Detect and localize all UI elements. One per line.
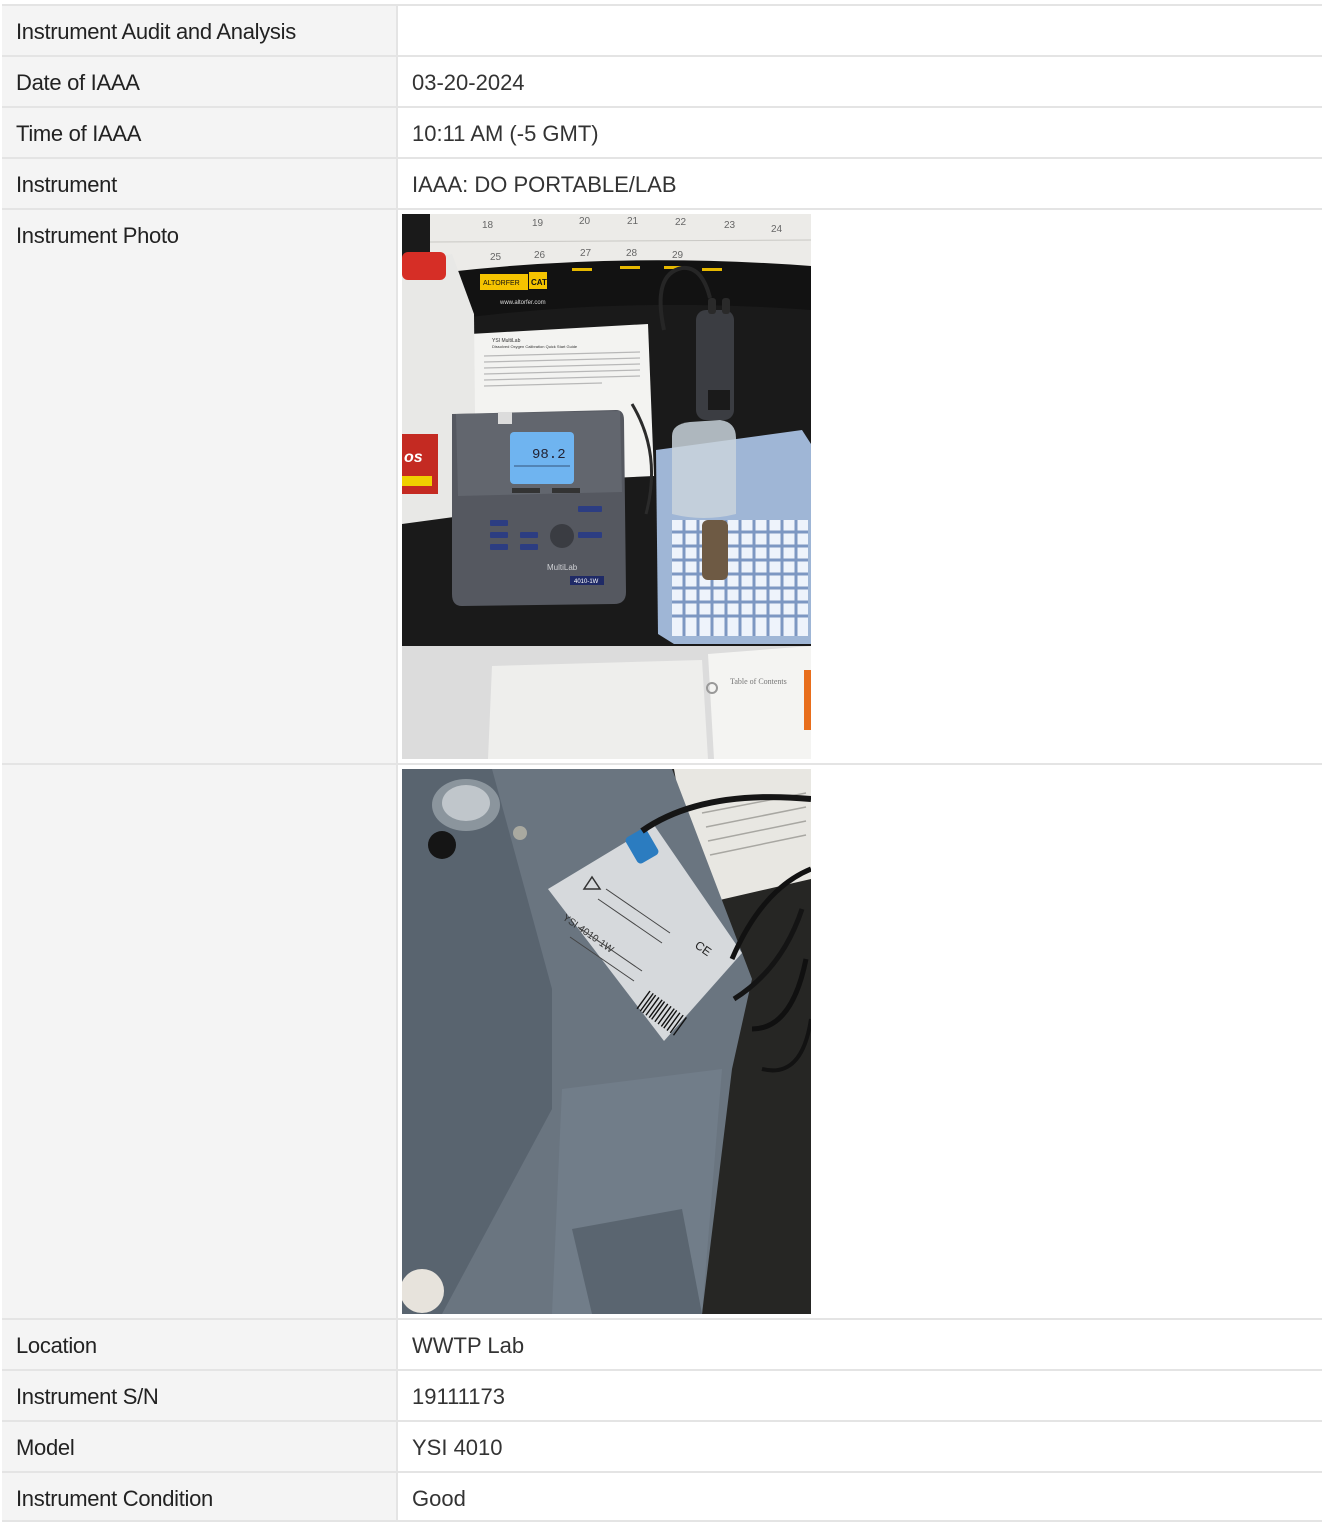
cal-day: 22 (675, 217, 687, 228)
location-value: WWTP Lab (412, 1333, 525, 1358)
cal-day: 23 (724, 220, 736, 231)
calendar-brand: ALTORFER (483, 280, 520, 287)
table-row: Date of IAAA 03-20-2024 (2, 55, 1322, 106)
audit-table: Instrument Audit and Analysis Date of IA… (2, 4, 1322, 1522)
meter-brand: MultiLab (547, 563, 578, 572)
serial-value: 19111173 (412, 1384, 505, 1409)
guide-subtitle: Dissolved Oxygen Calibration Quick Start… (492, 344, 578, 349)
table-row: Location WWTP Lab (2, 1318, 1322, 1369)
instrument-label: Instrument (2, 159, 398, 208)
empty-label-cell (2, 765, 398, 1318)
instrument-value: IAAA: DO PORTABLE/LAB (412, 172, 677, 197)
title-value (398, 6, 1322, 55)
table-row: Model YSI 4010 (2, 1420, 1322, 1471)
instrument-photo-label: Instrument Photo (2, 210, 398, 763)
model-label: Model (2, 1422, 398, 1471)
condition-value: Good (412, 1486, 466, 1511)
cal-day: 28 (626, 248, 638, 259)
instrument-photo-2: YSI 4010-1W CE (402, 769, 811, 1314)
calendar-url: www.altorfer.com (499, 300, 546, 306)
title-label: Instrument Audit and Analysis (2, 6, 398, 55)
cal-day: 27 (580, 248, 592, 259)
time-label: Time of IAAA (2, 108, 398, 157)
table-row: Instrument IAAA: DO PORTABLE/LAB (2, 157, 1322, 208)
date-value: 03-20-2024 (412, 70, 525, 95)
time-value: 10:11 AM (-5 GMT) (412, 121, 599, 146)
table-row: Time of IAAA 10:11 AM (-5 GMT) (2, 106, 1322, 157)
instrument-photo-1: 18 19 20 21 22 23 24 25 26 27 28 29 ALTO… (402, 214, 811, 759)
model-value: YSI 4010 (412, 1435, 503, 1460)
table-row: Instrument Condition Good (2, 1471, 1322, 1522)
cal-day: 25 (490, 252, 502, 263)
cal-day: 19 (532, 218, 544, 229)
date-label: Date of IAAA (2, 57, 398, 106)
instrument-photo-row: Instrument Photo 18 19 20 21 22 23 24 25… (2, 208, 1322, 763)
svg-text:os: os (404, 449, 423, 466)
instrument-photo-cell: 18 19 20 21 22 23 24 25 26 27 28 29 ALTO… (398, 210, 1322, 763)
calendar-cat: CAT (531, 278, 547, 287)
cal-day: 29 (672, 250, 684, 261)
cal-day: 24 (771, 224, 783, 235)
meter-model: 4010-1W (574, 579, 599, 585)
cal-day: 18 (482, 220, 494, 231)
condition-label: Instrument Condition (2, 1473, 398, 1520)
cal-day: 20 (579, 216, 591, 227)
title-row: Instrument Audit and Analysis (2, 4, 1322, 55)
instrument-photo-cell-2: YSI 4010-1W CE (398, 765, 1322, 1318)
serial-label: Instrument S/N (2, 1371, 398, 1420)
instrument-photo-row-2: YSI 4010-1W CE (2, 763, 1322, 1318)
cal-day: 21 (627, 216, 639, 227)
location-label: Location (2, 1320, 398, 1369)
binder-text: Table of Contents (730, 677, 787, 686)
table-row: Instrument S/N 19111173 (2, 1369, 1322, 1420)
cal-day: 26 (534, 250, 546, 261)
meter-reading: 98.2 (532, 447, 566, 463)
